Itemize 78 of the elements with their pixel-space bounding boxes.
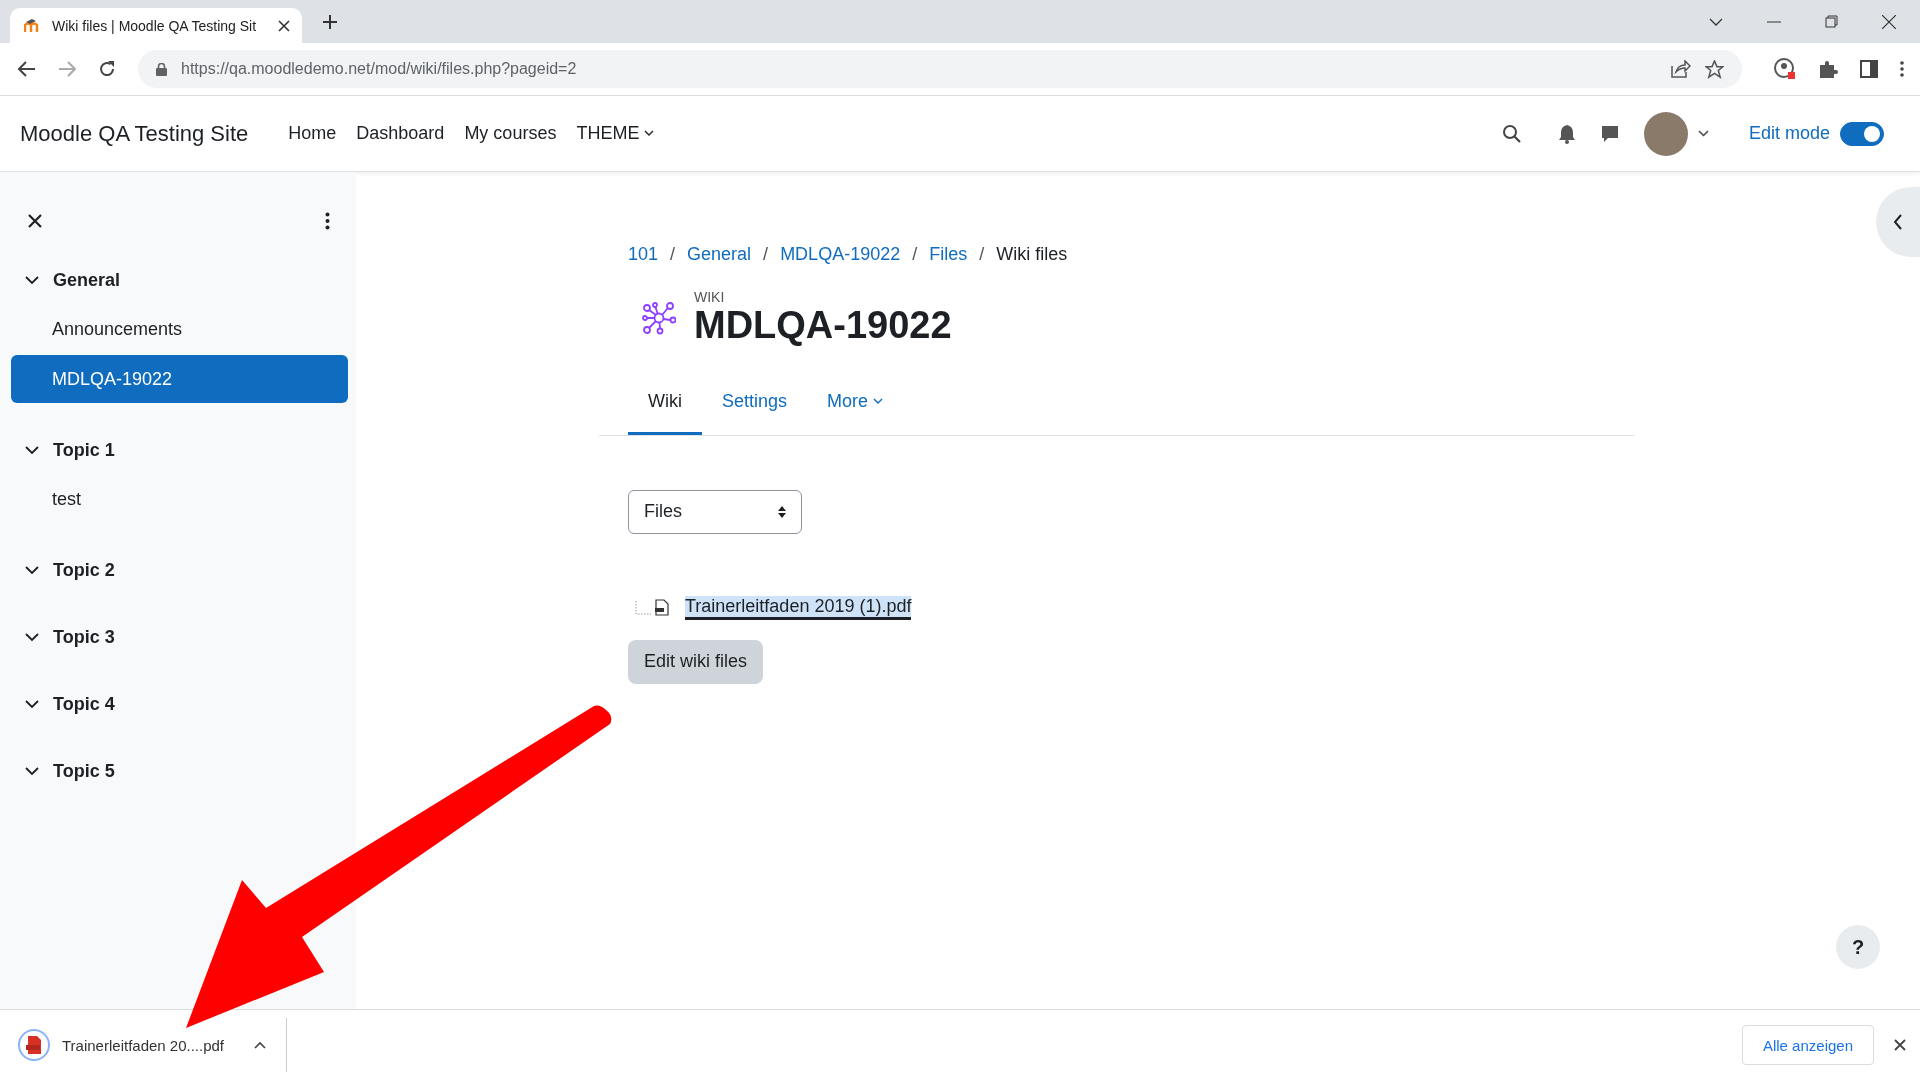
chevron-icon[interactable] [25, 565, 39, 575]
section-title[interactable]: Topic 4 [53, 693, 115, 715]
sort-arrows-icon [777, 504, 787, 519]
sidebar-item[interactable]: MDLQA-19022 [11, 355, 348, 403]
breadcrumb-link[interactable]: General [687, 244, 752, 265]
pdf-file-icon [18, 1029, 50, 1061]
edit-mode-switch[interactable] [1840, 121, 1884, 146]
edit-wiki-files-button[interactable]: Edit wiki files [628, 639, 764, 684]
activity-type-label: WIKI [694, 289, 726, 305]
minimize-icon[interactable] [1767, 20, 1781, 23]
breadcrumb-current: Wiki files [996, 244, 1068, 265]
restore-icon[interactable] [1825, 15, 1838, 28]
tree-connector-icon [635, 600, 651, 615]
section-title[interactable]: General [53, 269, 121, 291]
reload-icon[interactable] [98, 60, 116, 78]
star-icon[interactable] [1705, 59, 1724, 79]
pdf-file-icon [655, 599, 669, 617]
new-tab-icon[interactable] [322, 13, 338, 30]
tab-list-chevron-icon[interactable] [1709, 17, 1723, 26]
section-title[interactable]: Topic 1 [53, 439, 115, 461]
puzzle-piece-icon[interactable] [1818, 59, 1838, 79]
nav-link[interactable]: My courses [464, 123, 557, 144]
page-title: MDLQA-19022 [694, 305, 952, 347]
url-text: https://qa.moodledemo.net/mod/wiki/files.php?pageid=2 [181, 60, 577, 78]
more-tab[interactable]: More [807, 374, 904, 435]
drawer-toggle-button[interactable] [1876, 187, 1920, 257]
close-icon[interactable] [28, 214, 42, 228]
lock-icon [156, 62, 167, 76]
breadcrumb-link[interactable]: 101 [628, 244, 659, 265]
nav-link[interactable]: Dashboard [356, 123, 445, 144]
wiki-network-icon [642, 300, 676, 335]
close-icon[interactable] [1882, 14, 1896, 29]
chat-bubble-icon[interactable] [1599, 123, 1620, 144]
address-bar[interactable]: https://qa.moodledemo.net/mod/wiki/files.php?pageid=2 [138, 50, 1742, 88]
sidebar-item[interactable]: test [11, 475, 348, 523]
chevron-icon[interactable] [25, 275, 39, 285]
search-icon[interactable] [1501, 123, 1522, 144]
site-name[interactable]: Moodle QA Testing Site [20, 120, 249, 147]
chevron-icon[interactable] [25, 632, 39, 642]
extension-icon[interactable] [1774, 58, 1796, 80]
breadcrumb-separator: / [670, 244, 676, 265]
chevron-left-icon [1893, 214, 1903, 230]
section-title[interactable]: Topic 3 [53, 626, 115, 648]
edit-mode-label: Edit mode [1748, 123, 1830, 144]
tab[interactable]: Wiki [628, 374, 702, 435]
breadcrumb-separator: / [763, 244, 769, 265]
close-icon[interactable] [278, 19, 290, 32]
caret-icon[interactable] [1697, 130, 1709, 137]
browser-tab[interactable]: Wiki files | Moodle QA Testing Sit [10, 8, 302, 43]
help-button[interactable]: ? [1836, 925, 1880, 969]
back-arrow-icon[interactable] [18, 61, 36, 77]
tab-title: Wiki files | Moodle QA Testing Sit [52, 17, 258, 34]
chevron-icon[interactable] [25, 766, 39, 776]
side-panel-icon[interactable] [1860, 60, 1878, 78]
nav-dropdown[interactable]: THEME [576, 123, 655, 144]
breadcrumb-separator: / [979, 244, 985, 265]
nav-link[interactable]: Home [288, 123, 337, 144]
tab[interactable]: Settings [702, 374, 808, 435]
file-link[interactable]: Trainerleitfaden 2019 (1).pdf [685, 595, 912, 620]
chevron-icon[interactable] [25, 699, 39, 709]
caret-icon [873, 397, 884, 405]
kebab-menu-icon[interactable] [325, 212, 330, 230]
download-file-name: Trainerleitfaden 20....pdf [62, 1036, 225, 1054]
share-icon[interactable] [1671, 60, 1691, 78]
section-title[interactable]: Topic 2 [53, 559, 115, 581]
breadcrumb-link[interactable]: MDLQA-19022 [780, 244, 901, 265]
show-all-button[interactable]: Alle anzeigen [1741, 1025, 1874, 1065]
close-icon[interactable] [1894, 1039, 1906, 1051]
breadcrumb-separator: / [912, 244, 918, 265]
bell-icon[interactable] [1557, 123, 1576, 144]
caret-icon [644, 130, 655, 137]
breadcrumb-link[interactable]: Files [929, 244, 968, 265]
view-select[interactable]: Files [628, 489, 802, 534]
section-title[interactable]: Topic 5 [53, 760, 115, 782]
sidebar-item[interactable]: Announcements [11, 305, 348, 353]
caret-icon[interactable] [254, 1041, 267, 1049]
kebab-menu-icon[interactable] [1900, 61, 1904, 77]
chevron-icon[interactable] [25, 445, 39, 455]
